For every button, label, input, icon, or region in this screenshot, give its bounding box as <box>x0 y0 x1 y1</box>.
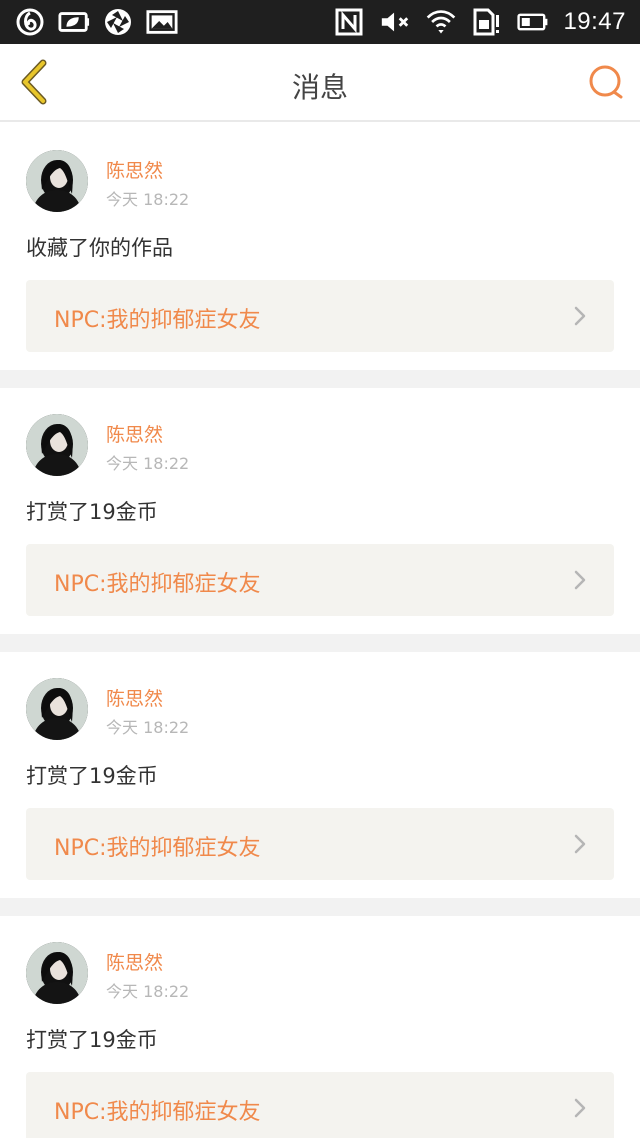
status-bar: 19:47 <box>0 0 640 44</box>
work-link[interactable]: NPC:我的抑郁症女友 <box>26 1072 614 1138</box>
timestamp: 今天 18:22 <box>106 982 190 1001</box>
avatar[interactable] <box>26 678 88 740</box>
leaf-battery-icon <box>58 8 90 36</box>
work-title: NPC:我的抑郁症女友 <box>54 572 261 597</box>
timestamp: 今天 18:22 <box>106 190 190 209</box>
divider <box>0 370 640 388</box>
message-item: 陈思然 今天 18:22 收藏了你的作品 NPC:我的抑郁症女友 <box>0 124 640 370</box>
search-icon <box>589 65 623 99</box>
message-text: 打赏了19金币 <box>26 1028 158 1052</box>
aperture-icon <box>102 8 134 36</box>
message-item: 陈思然 今天 18:22 打赏了19金币 NPC:我的抑郁症女友 <box>0 652 640 898</box>
status-right-icons: 19:47 <box>333 6 626 38</box>
mute-icon <box>379 8 411 36</box>
chevron-right-icon <box>574 1098 586 1118</box>
user-name[interactable]: 陈思然 <box>106 420 163 447</box>
message-text: 打赏了19金币 <box>26 500 158 524</box>
nfc-icon <box>333 8 365 36</box>
message-item: 陈思然 今天 18:22 打赏了19金币 NPC:我的抑郁症女友 <box>0 916 640 1138</box>
message-text: 打赏了19金币 <box>26 764 158 788</box>
work-link[interactable]: NPC:我的抑郁症女友 <box>26 280 614 352</box>
chevron-right-icon <box>574 570 586 590</box>
nav-bar: 消息 <box>0 44 640 122</box>
wifi-icon <box>425 8 457 36</box>
avatar[interactable] <box>26 942 88 1004</box>
avatar[interactable] <box>26 150 88 212</box>
message-item: 陈思然 今天 18:22 打赏了19金币 NPC:我的抑郁症女友 <box>0 388 640 634</box>
avatar[interactable] <box>26 414 88 476</box>
timestamp: 今天 18:22 <box>106 454 190 473</box>
work-title: NPC:我的抑郁症女友 <box>54 1100 261 1125</box>
user-name[interactable]: 陈思然 <box>106 684 163 711</box>
netease-icon <box>14 8 46 36</box>
user-name[interactable]: 陈思然 <box>106 948 163 975</box>
message-text: 收藏了你的作品 <box>26 236 173 260</box>
sim-alert-icon <box>471 8 503 36</box>
work-link[interactable]: NPC:我的抑郁症女友 <box>26 808 614 880</box>
search-button[interactable] <box>586 62 626 102</box>
divider <box>0 634 640 652</box>
status-left-icons <box>14 6 178 38</box>
work-title: NPC:我的抑郁症女友 <box>54 308 261 333</box>
user-name[interactable]: 陈思然 <box>106 156 163 183</box>
chevron-right-icon <box>574 306 586 326</box>
battery-icon <box>517 8 549 36</box>
timestamp: 今天 18:22 <box>106 718 190 737</box>
page-title: 消息 <box>291 71 348 104</box>
work-link[interactable]: NPC:我的抑郁症女友 <box>26 544 614 616</box>
work-title: NPC:我的抑郁症女友 <box>54 836 261 861</box>
image-icon <box>146 8 178 36</box>
chevron-right-icon <box>574 834 586 854</box>
divider <box>0 898 640 916</box>
status-time: 19:47 <box>563 8 626 35</box>
message-list: 陈思然 今天 18:22 收藏了你的作品 NPC:我的抑郁症女友 陈思然 今天 … <box>0 124 640 1138</box>
